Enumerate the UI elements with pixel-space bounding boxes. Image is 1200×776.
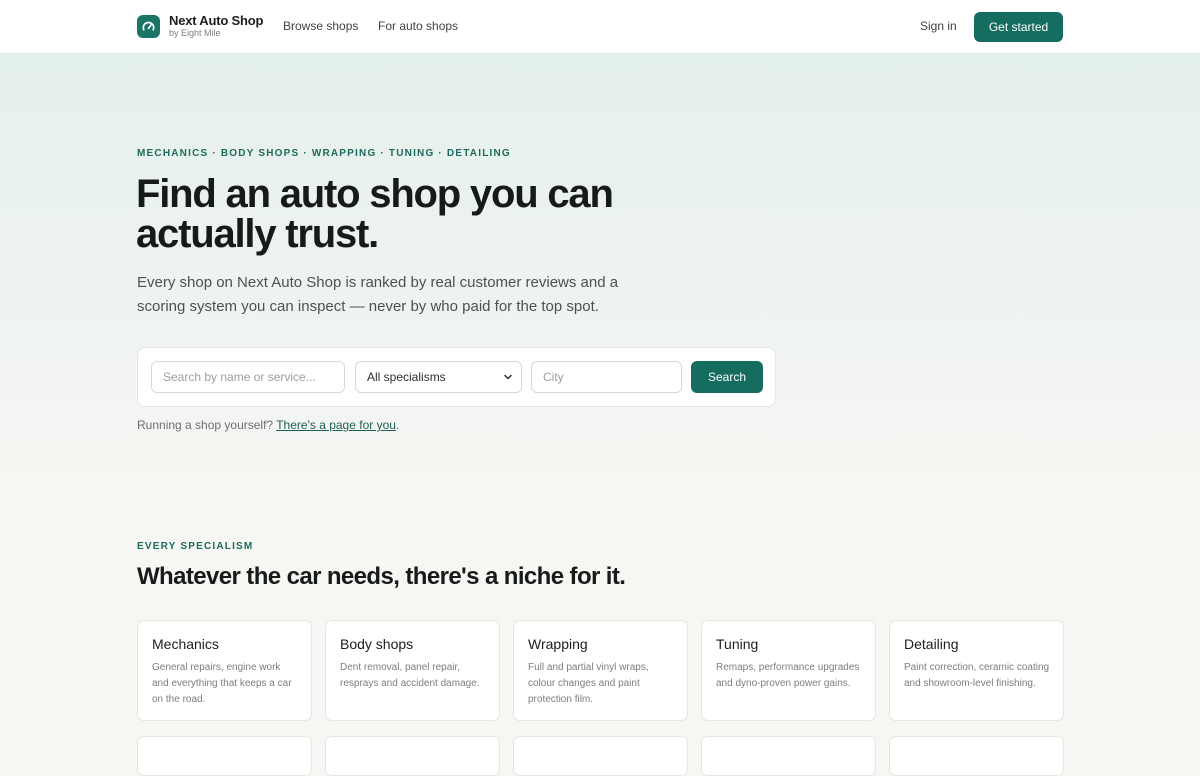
brand-logo-link[interactable]: Next Auto Shop by Eight Mile (137, 14, 263, 38)
shop-note-text: Running a shop yourself? (137, 418, 274, 432)
brand-subtitle: by Eight Mile (169, 28, 221, 38)
card-title: Tuning (716, 636, 759, 652)
specialism-card-partial[interactable] (889, 736, 1064, 776)
search-button[interactable]: Search (691, 361, 763, 393)
card-description: Dent removal, panel repair, resprays and… (340, 662, 480, 689)
specialism-card-body-shops[interactable]: Body shops Dent removal, panel repair, r… (325, 620, 500, 721)
nav-browse-shops[interactable]: Browse shops (283, 19, 358, 33)
specialism-card-tuning[interactable]: Tuning Remaps, performance upgrades and … (701, 620, 876, 721)
card-title: Mechanics (152, 636, 219, 652)
specialism-card-partial[interactable] (137, 736, 312, 776)
specialism-card-partial[interactable] (701, 736, 876, 776)
card-title: Wrapping (528, 636, 588, 652)
nav-for-auto-shops[interactable]: For auto shops (378, 19, 458, 33)
top-navigation: Next Auto Shop by Eight Mile Browse shop… (0, 0, 1200, 54)
specialism-card-detailing[interactable]: Detailing Paint correction, ceramic coat… (889, 620, 1064, 721)
specialism-card-wrapping[interactable]: Wrapping Full and partial vinyl wraps, c… (513, 620, 688, 721)
card-description: General repairs, engine work and everyth… (152, 662, 292, 705)
search-input[interactable]: Search by name or service... (151, 361, 345, 393)
shop-owner-page-link[interactable]: There's a page for you (276, 418, 396, 432)
city-input[interactable]: City (531, 361, 682, 393)
gauge-icon (137, 14, 160, 38)
specialism-card-mechanics[interactable]: Mechanics General repairs, engine work a… (137, 620, 312, 721)
chevron-down-icon (503, 371, 513, 385)
search-form: Search by name or service... All special… (137, 347, 776, 407)
specialism-select[interactable]: All specialisms (355, 361, 522, 393)
hero-eyebrow: MECHANICS · BODY SHOPS · WRAPPING · TUNI… (137, 148, 511, 159)
hero-lead: Every shop on Next Auto Shop is ranked b… (137, 274, 619, 315)
card-description: Paint correction, ceramic coating and sh… (904, 662, 1050, 689)
specialism-eyebrow: EVERY SPECIALISM (137, 541, 254, 552)
specialism-title: Whatever the car needs, there's a niche … (137, 563, 626, 590)
brand-text: Next Auto Shop by Eight Mile (169, 14, 263, 38)
hero-title: Find an auto shop you can actually trust… (136, 172, 614, 256)
specialism-select-value: All specialisms (367, 370, 446, 384)
shop-note-period: . (395, 418, 400, 432)
get-started-button[interactable]: Get started (974, 12, 1063, 42)
specialism-card-partial[interactable] (325, 736, 500, 776)
card-title: Body shops (340, 636, 414, 652)
specialism-card-partial[interactable] (513, 736, 688, 776)
card-title: Detailing (904, 636, 959, 652)
card-description: Remaps, performance upgrades and dyno-pr… (716, 662, 860, 689)
sign-in-link[interactable]: Sign in (920, 19, 957, 33)
card-description: Full and partial vinyl wraps, colour cha… (528, 662, 649, 705)
brand-name: Next Auto Shop (169, 13, 264, 28)
shop-owner-note: Running a shop yourself? There's a page … (137, 418, 399, 432)
